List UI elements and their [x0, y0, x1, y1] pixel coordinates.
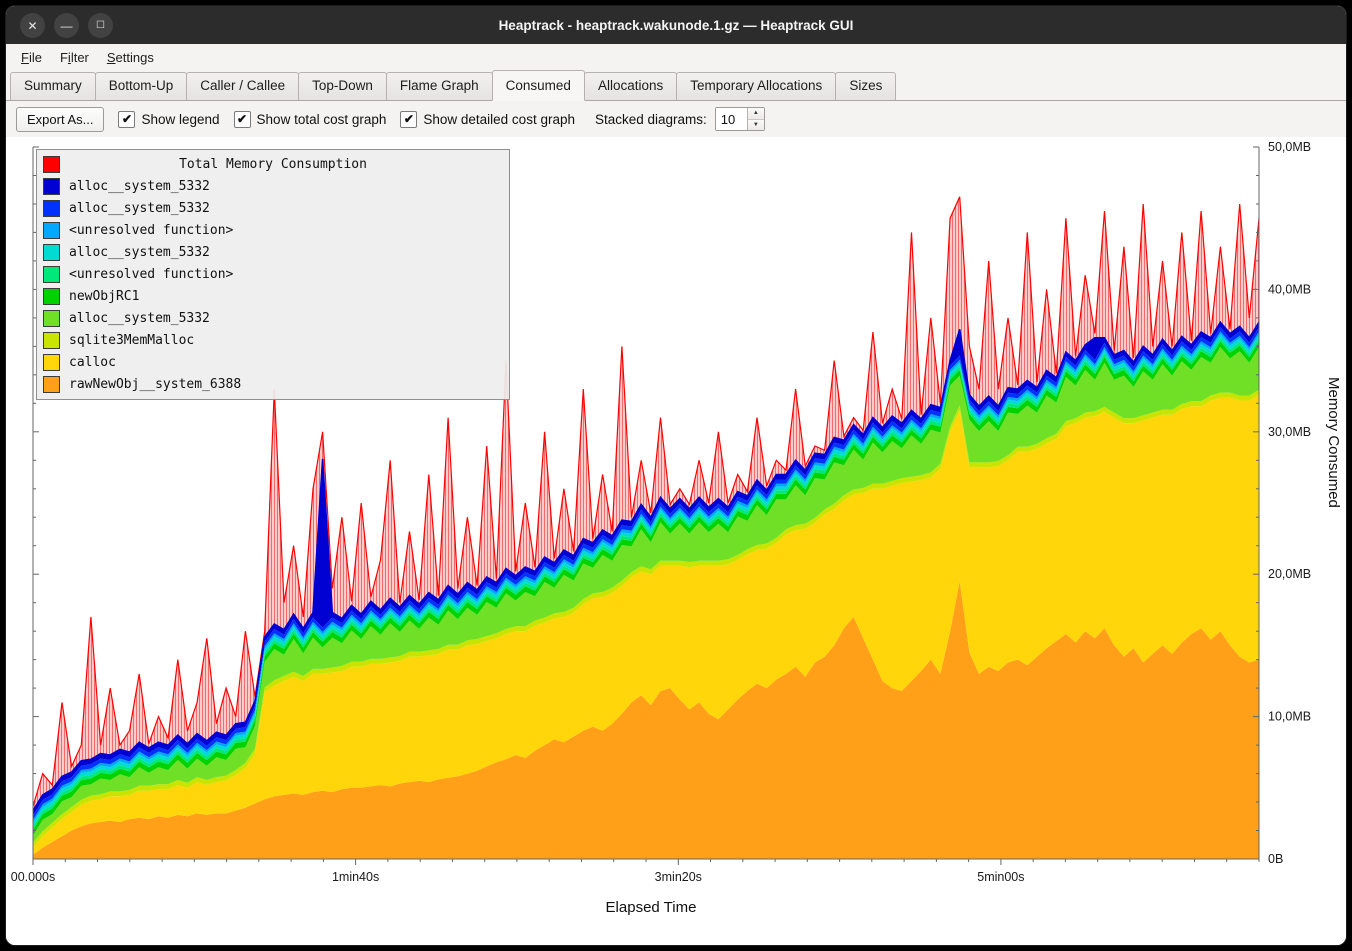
- show-detailed-cost-label: Show detailed cost graph: [423, 112, 575, 127]
- app-window: ✕ — ☐ Heaptrack - heaptrack.wakunode.1.g…: [5, 5, 1347, 946]
- chart-legend: Total Memory Consumption alloc__system_5…: [36, 149, 510, 400]
- tab-sizes[interactable]: Sizes: [835, 72, 896, 100]
- tab-bottom-up[interactable]: Bottom-Up: [95, 72, 188, 100]
- x-axis-title: Elapsed Time: [6, 899, 1296, 916]
- window-title: Heaptrack - heaptrack.wakunode.1.gz — He…: [499, 18, 854, 33]
- legend-swatch: [43, 222, 60, 239]
- legend-swatch: [43, 310, 60, 327]
- show-total-cost-checkbox[interactable]: ✔ Show total cost graph: [234, 111, 387, 128]
- spinbox-arrows: ▲ ▼: [747, 108, 764, 130]
- legend-row: <unresolved function>: [37, 219, 509, 241]
- spinbox-value[interactable]: 10: [716, 108, 747, 130]
- checkbox-check-icon: ✔: [234, 111, 251, 128]
- spin-down-icon: ▼: [753, 122, 759, 128]
- spin-up-button[interactable]: ▲: [748, 108, 764, 120]
- x-tick-label: 5min00s: [977, 870, 1024, 884]
- checkbox-check-icon: ✔: [118, 111, 135, 128]
- legend-label: alloc__system_5332: [69, 245, 210, 260]
- tab-summary[interactable]: Summary: [10, 72, 96, 100]
- legend-label: newObjRC1: [69, 289, 139, 304]
- stacked-diagrams-spinbox[interactable]: 10 ▲ ▼: [715, 107, 765, 131]
- y-tick-label: 30,0MB: [1268, 425, 1311, 439]
- legend-swatch: [43, 288, 60, 305]
- show-legend-label: Show legend: [141, 112, 219, 127]
- legend-swatch: [43, 376, 60, 393]
- legend-swatch: [43, 354, 60, 371]
- tab-flame-graph[interactable]: Flame Graph: [386, 72, 493, 100]
- spin-down-button[interactable]: ▼: [748, 120, 764, 131]
- legend-label: sqlite3MemMalloc: [69, 333, 194, 348]
- legend-row: alloc__system_5332: [37, 197, 509, 219]
- legend-row: alloc__system_5332: [37, 307, 509, 329]
- legend-label: <unresolved function>: [69, 267, 233, 282]
- legend-row: alloc__system_5332: [37, 241, 509, 263]
- maximize-button[interactable]: ☐: [88, 13, 113, 38]
- x-tick-label: 00.000s: [11, 870, 55, 884]
- y-tick-label: 0B: [1268, 852, 1283, 866]
- tab-temporary-allocations[interactable]: Temporary Allocations: [676, 72, 836, 100]
- legend-swatch: [43, 200, 60, 217]
- title-bar[interactable]: ✕ — ☐ Heaptrack - heaptrack.wakunode.1.g…: [6, 6, 1346, 44]
- legend-label: alloc__system_5332: [69, 201, 210, 216]
- legend-row: rawNewObj__system_6388: [37, 373, 509, 395]
- legend-label: <unresolved function>: [69, 223, 233, 238]
- spin-up-icon: ▲: [753, 110, 759, 116]
- export-as-button[interactable]: Export As...: [16, 107, 104, 132]
- legend-swatch: [43, 244, 60, 261]
- tab-bar: Summary Bottom-Up Caller / Callee Top-Do…: [6, 70, 1346, 101]
- legend-title: Total Memory Consumption: [37, 157, 509, 172]
- tab-top-down[interactable]: Top-Down: [298, 72, 387, 100]
- stacked-diagrams-label: Stacked diagrams:: [595, 112, 707, 127]
- close-button[interactable]: ✕: [20, 13, 45, 38]
- y-tick-label: 40,0MB: [1268, 282, 1311, 296]
- tab-allocations[interactable]: Allocations: [584, 72, 677, 100]
- y-tick-label: 20,0MB: [1268, 567, 1311, 581]
- x-tick-label: 1min40s: [332, 870, 379, 884]
- y-tick-label: 50,0MB: [1268, 140, 1311, 154]
- legend-label: calloc: [69, 355, 116, 370]
- legend-label: alloc__system_5332: [69, 311, 210, 326]
- legend-row: newObjRC1: [37, 285, 509, 307]
- show-total-cost-label: Show total cost graph: [257, 112, 387, 127]
- close-icon: ✕: [27, 19, 37, 33]
- legend-label: rawNewObj__system_6388: [69, 377, 241, 392]
- legend-swatch: [43, 266, 60, 283]
- y-axis-title: Memory Consumed: [1325, 377, 1342, 508]
- legend-row: sqlite3MemMalloc: [37, 329, 509, 351]
- legend-row: alloc__system_5332: [37, 175, 509, 197]
- legend-swatch: [43, 178, 60, 195]
- minimize-icon: —: [61, 19, 73, 33]
- legend-row: calloc: [37, 351, 509, 373]
- legend-swatch: [43, 332, 60, 349]
- menu-bar: File Filter Settings: [6, 44, 1346, 70]
- x-tick-label: 3min20s: [655, 870, 702, 884]
- legend-title-row: Total Memory Consumption: [37, 153, 509, 175]
- minimize-button[interactable]: —: [54, 13, 79, 38]
- tab-consumed[interactable]: Consumed: [492, 70, 585, 101]
- legend-row: <unresolved function>: [37, 263, 509, 285]
- menu-filter[interactable]: Filter: [51, 47, 98, 68]
- maximize-icon: ☐: [96, 20, 105, 31]
- menu-settings[interactable]: Settings: [98, 47, 163, 68]
- checkbox-check-icon: ✔: [400, 111, 417, 128]
- toolbar: Export As... ✔ Show legend ✔ Show total …: [6, 101, 1346, 137]
- menu-file[interactable]: File: [12, 47, 51, 68]
- tab-caller-callee[interactable]: Caller / Callee: [186, 72, 299, 100]
- show-detailed-cost-checkbox[interactable]: ✔ Show detailed cost graph: [400, 111, 575, 128]
- chart-area: 0B 10,0MB 20,0MB 30,0MB 40,0MB 50,0MB 00.000s 1…: [6, 137, 1346, 946]
- y-tick-label: 10,0MB: [1268, 710, 1311, 724]
- legend-label: alloc__system_5332: [69, 179, 210, 194]
- show-legend-checkbox[interactable]: ✔ Show legend: [118, 111, 219, 128]
